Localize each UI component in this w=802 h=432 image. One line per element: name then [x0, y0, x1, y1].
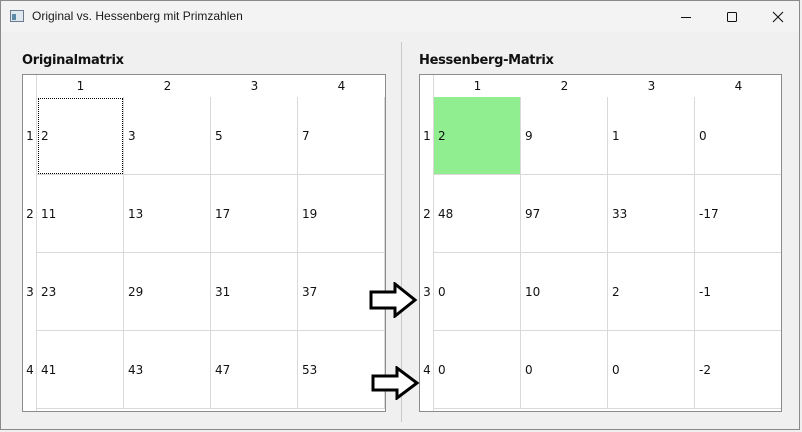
content-area: Originalmatrix 1 2 3 4 1 2 3 4 2 3 5 7 11 13 17 19 23 29 3… [1, 32, 799, 431]
main-window: Original vs. Hessenberg mit Primzahlen O… [0, 0, 800, 430]
column-header[interactable]: 1 [37, 75, 124, 97]
matrix-cell[interactable]: -2 [695, 331, 781, 409]
hessenberg-matrix-grid[interactable]: 1 2 3 4 1 2 3 4 2 9 1 0 48 97 33 -17 0 10 2 -1 0 0 0 -2 [419, 74, 782, 412]
matrix-cell[interactable]: 0 [695, 97, 781, 175]
panel-splitter[interactable] [401, 42, 402, 422]
row-header[interactable]: 2 [23, 175, 37, 253]
matrix-cell[interactable]: 29 [124, 253, 211, 331]
minimize-icon [681, 16, 691, 18]
column-header[interactable]: 1 [434, 75, 521, 97]
row-header[interactable]: 4 [23, 331, 37, 409]
minimize-button[interactable] [663, 1, 709, 32]
arrow-row3-icon [369, 282, 418, 318]
matrix-cell[interactable]: 0 [434, 253, 521, 331]
column-header[interactable]: 2 [124, 75, 211, 97]
close-icon [772, 11, 784, 22]
matrix-cell[interactable]: 13 [124, 175, 211, 253]
matrix-cell[interactable]: 23 [37, 253, 124, 331]
row-header[interactable]: 1 [23, 97, 37, 175]
matrix-cell[interactable]: 41 [37, 331, 124, 409]
window-title: Original vs. Hessenberg mit Primzahlen [32, 9, 243, 23]
matrix-cell[interactable]: 19 [298, 175, 385, 253]
row-header[interactable]: 2 [420, 175, 434, 253]
column-header[interactable]: 4 [695, 75, 781, 97]
matrix-cell[interactable]: 9 [521, 97, 608, 175]
matrix-cell[interactable]: 47 [211, 331, 298, 409]
matrix-cell[interactable]: 31 [211, 253, 298, 331]
title-bar: Original vs. Hessenberg mit Primzahlen [1, 1, 799, 32]
column-header[interactable]: 3 [211, 75, 298, 97]
matrix-cell[interactable]: 2 [608, 253, 695, 331]
close-button[interactable] [755, 1, 801, 32]
column-header[interactable]: 4 [298, 75, 385, 97]
matrix-cell[interactable]: 1 [608, 97, 695, 175]
row-header[interactable]: 3 [23, 253, 37, 331]
matrix-cell[interactable]: 0 [434, 331, 521, 409]
matrix-cell[interactable]: 5 [211, 97, 298, 175]
hessenberg-matrix-title: Hessenberg-Matrix [419, 53, 554, 68]
matrix-cell[interactable]: 0 [608, 331, 695, 409]
column-header[interactable]: 2 [521, 75, 608, 97]
maximize-button[interactable] [709, 1, 755, 32]
app-icon [10, 10, 24, 22]
column-header[interactable]: 3 [608, 75, 695, 97]
matrix-cell[interactable]: -17 [695, 175, 781, 253]
maximize-icon [727, 11, 737, 22]
matrix-cell[interactable]: 33 [608, 175, 695, 253]
matrix-cell[interactable]: 97 [521, 175, 608, 253]
row-header[interactable]: 3 [420, 253, 434, 331]
matrix-cell[interactable]: 17 [211, 175, 298, 253]
row-header[interactable]: 1 [420, 97, 434, 175]
matrix-cell[interactable]: 3 [124, 97, 211, 175]
matrix-cell[interactable]: 7 [298, 97, 385, 175]
matrix-cell[interactable]: 0 [521, 331, 608, 409]
arrow-row4-icon [371, 366, 420, 400]
matrix-cell-focused[interactable]: 2 [37, 97, 124, 175]
matrix-cell-highlighted[interactable]: 2 [434, 97, 521, 175]
row-header[interactable]: 4 [420, 331, 434, 409]
matrix-cell[interactable]: 43 [124, 331, 211, 409]
matrix-cell[interactable]: -1 [695, 253, 781, 331]
original-matrix-title: Originalmatrix [22, 53, 124, 68]
matrix-cell[interactable]: 11 [37, 175, 124, 253]
matrix-cell[interactable]: 10 [521, 253, 608, 331]
original-matrix-grid[interactable]: 1 2 3 4 1 2 3 4 2 3 5 7 11 13 17 19 23 29 31 37 41 43 47 53 [22, 74, 386, 412]
matrix-cell[interactable]: 48 [434, 175, 521, 253]
